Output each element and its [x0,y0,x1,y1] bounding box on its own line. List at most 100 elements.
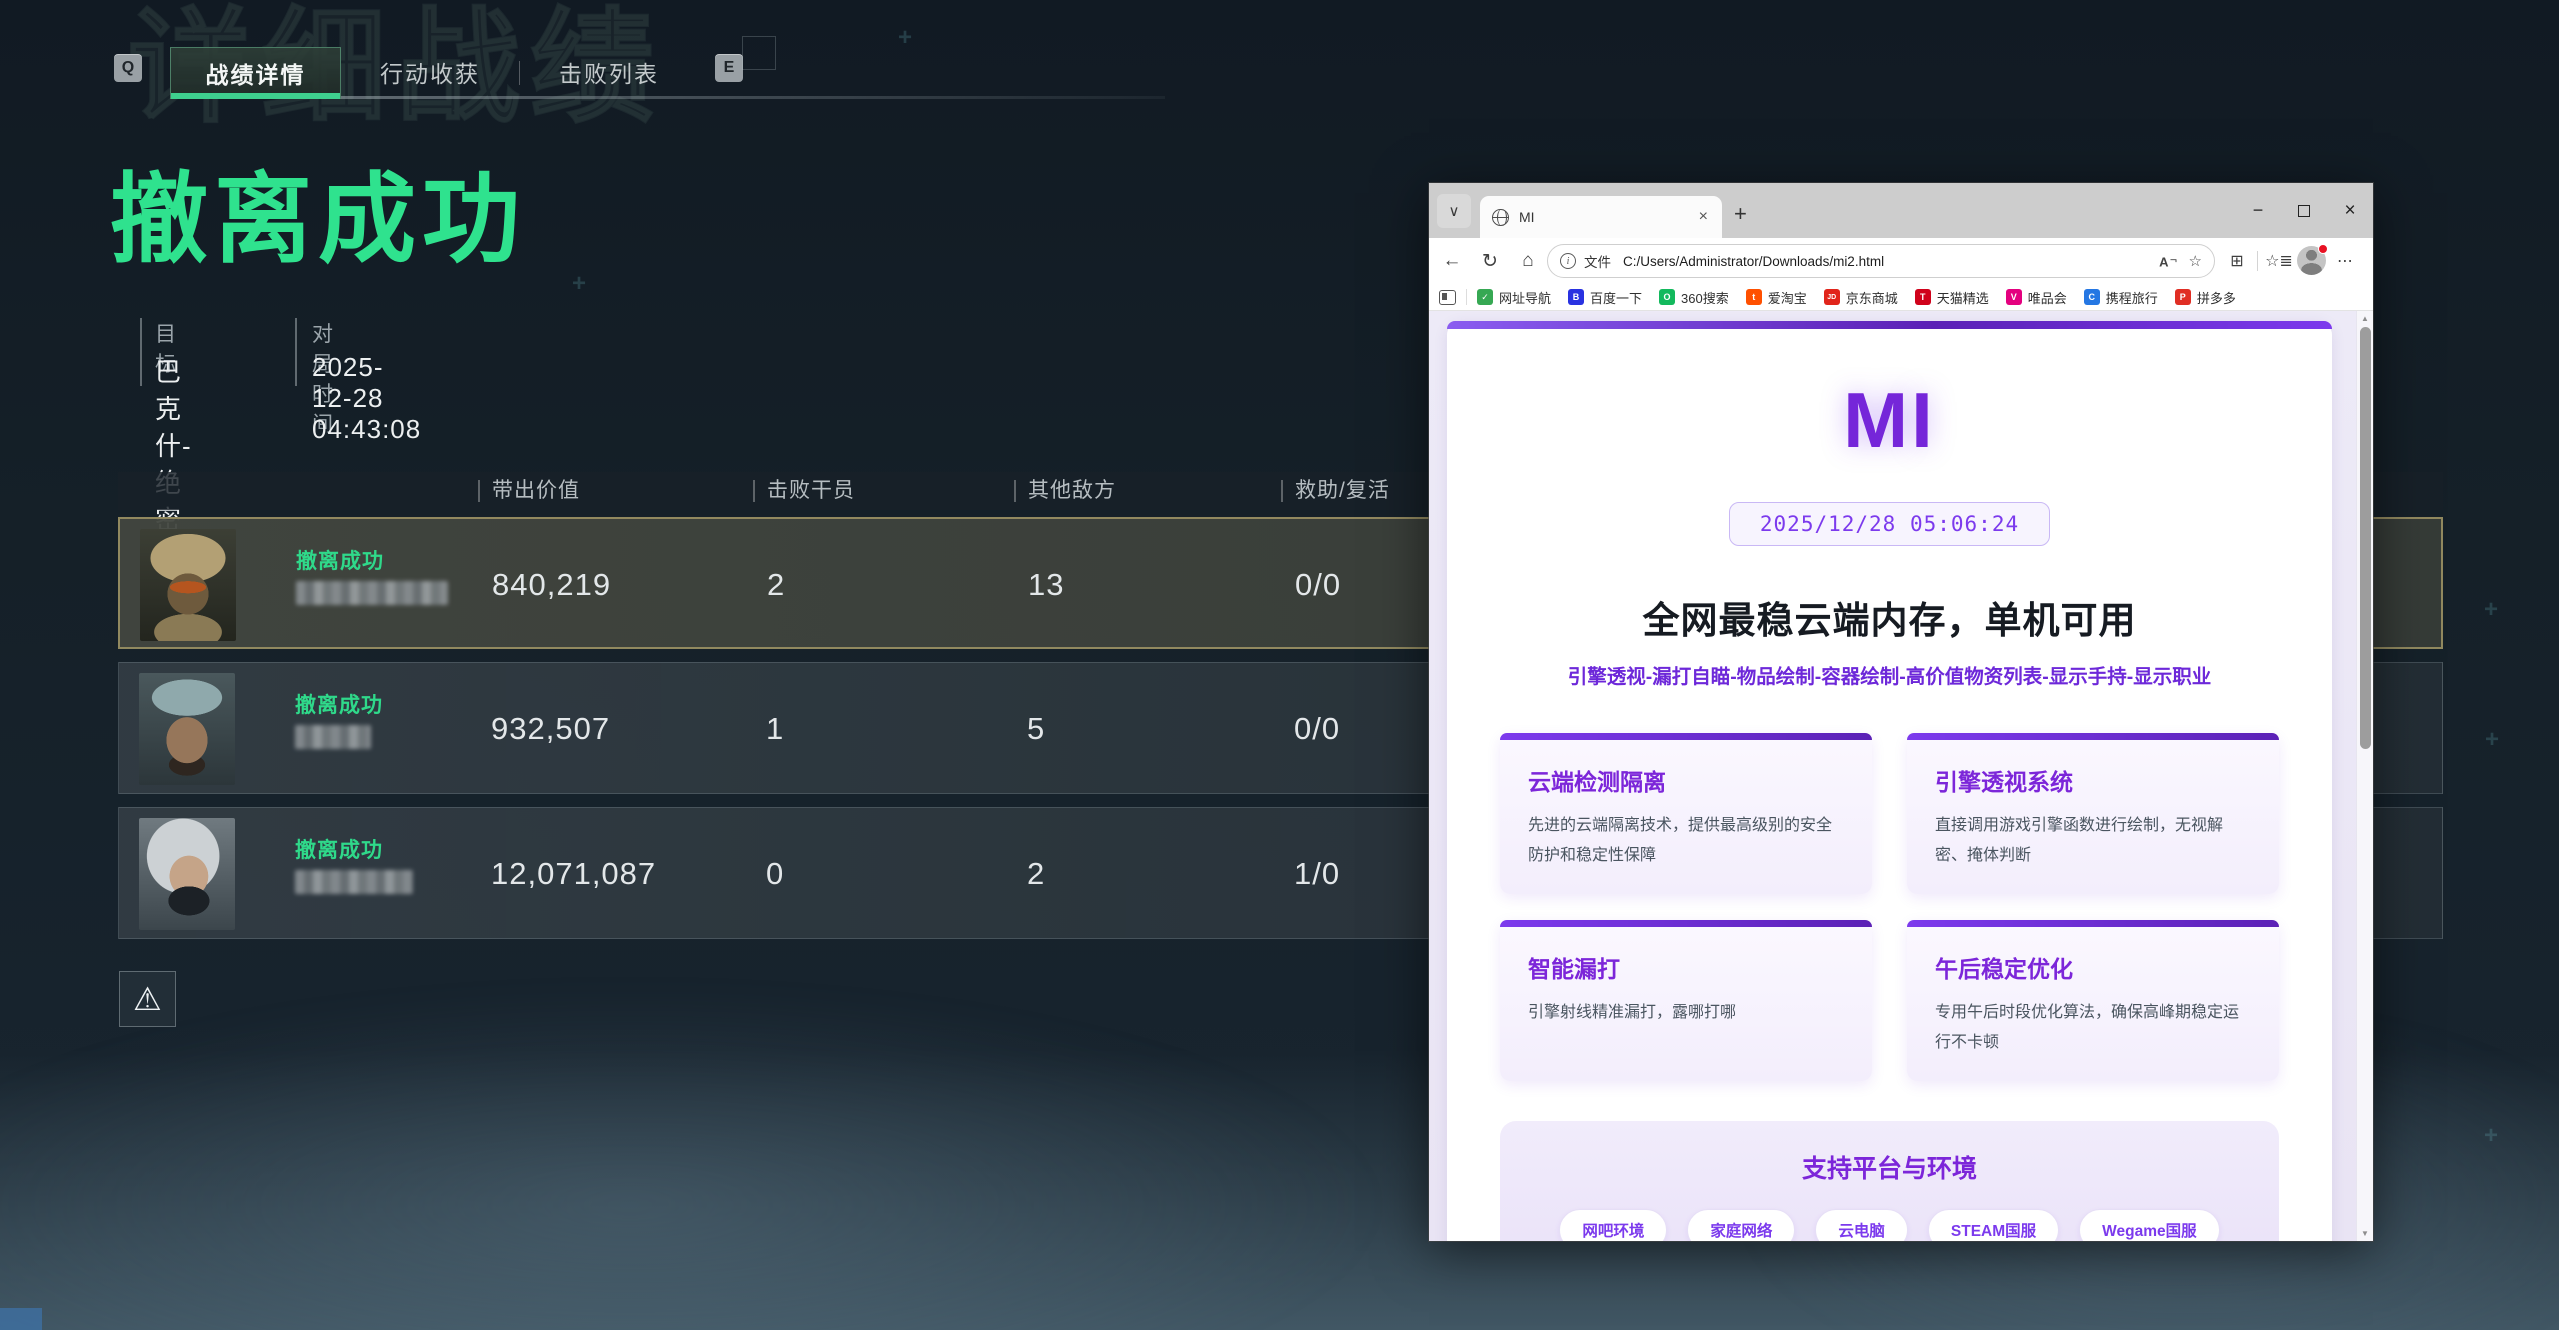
scroll-down-arrow-icon[interactable]: ▼ [2357,1229,2373,1238]
result-title: 撤离成功 [110,140,526,282]
bookmark-favicon: JD [1824,289,1840,305]
bookmark-item[interactable]: JD 京东商城 [1824,288,1898,307]
close-icon: × [2344,200,2355,222]
page-headline: 全网最稳云端内存，单机可用 [1447,590,2332,644]
maximize-icon [2298,205,2310,217]
hotkey-q-badge: Q [114,54,142,82]
favorites-list-icon: ☆≣ [2265,251,2293,271]
browser-toolbar: ← ↻ ⌂ i 文件 C:/Users/Administrator/Downlo… [1429,238,2373,284]
cell-kills: 0 [766,856,784,892]
bookmark-label: 拼多多 [2197,288,2236,307]
address-bar[interactable]: i 文件 C:/Users/Administrator/Downloads/mi… [1547,244,2215,278]
cell-rescue: 1/0 [1294,856,1340,892]
avatar [139,818,235,930]
column-header-other-enemies: 其他敌方 [1014,480,1116,502]
platforms-section: 支持平台与环境 网吧环境 家庭网络 云电脑 STEAM国服 Wegame国服 [1500,1121,2279,1241]
bookmark-favicon: P [2175,289,2191,305]
bookmark-favicon: V [2006,289,2022,305]
crosshair-decoration: + [572,270,586,298]
extensions-button[interactable]: ⊞ [2223,247,2251,275]
page-scrollbar[interactable]: ▲ ▼ [2356,311,2373,1241]
cell-rescue: 0/0 [1295,567,1341,603]
window-minimize-button[interactable]: − [2235,183,2281,238]
cell-kills: 2 [767,567,785,603]
bookmark-favicon: B [1568,289,1584,305]
feature-card: 引擎透视系统 直接调用游戏引擎函数进行绘制，无视解密、掩体判断 [1907,733,2279,894]
timestamp-badge: 2025/12/28 05:06:24 [1729,502,2050,546]
feature-card-title: 云端检测隔离 [1528,763,1844,797]
warning-button[interactable]: ⚠ [119,971,176,1027]
feature-card: 智能漏打 引擎射线精准漏打，露哪打哪 [1500,920,1872,1081]
crosshair-decoration: + [2484,1122,2498,1150]
tab-title: MI [1519,209,1697,225]
window-close-button[interactable]: × [2327,183,2373,238]
address-url: C:/Users/Administrator/Downloads/mi2.htm… [1623,254,2147,269]
crosshair-decoration: + [2485,726,2499,754]
home-button[interactable]: ⌂ [1513,247,1543,275]
bookmark-item[interactable]: O 360搜索 [1659,288,1729,307]
bookmark-label: 百度一下 [1590,288,1642,307]
bookmarks-separator [1466,289,1467,305]
sidebar-panel-icon[interactable] [1439,290,1456,305]
bookmark-favicon: ✓ [1477,289,1493,305]
back-button[interactable]: ← [1437,247,1467,275]
browser-tab[interactable]: MI × [1480,196,1722,238]
bookmark-item[interactable]: V 唯品会 [2006,288,2067,307]
scrollbar-thumb[interactable] [2360,327,2371,749]
feature-card: 午后稳定优化 专用午后时段优化算法，确保高峰期稳定运行不卡顿 [1907,920,2279,1081]
tab-action-loot[interactable]: 行动收获 [341,47,519,97]
bookmark-label: 爱淘宝 [1768,288,1807,307]
back-arrow-icon: ← [1443,250,1462,272]
toolbar-separator [2257,251,2258,271]
new-tab-button[interactable]: + [1734,201,1747,227]
bookmark-label: 唯品会 [2028,288,2067,307]
platforms-title: 支持平台与环境 [1520,1149,2259,1185]
column-header-rescue: 救助/复活 [1281,480,1390,502]
avatar [139,673,235,785]
feature-card-desc: 专用午后时段优化算法，确保高峰期稳定运行不卡顿 [1935,998,2251,1057]
platform-pill: 家庭网络 [1687,1209,1795,1241]
bookmark-favicon: O [1659,289,1675,305]
bookmark-item[interactable]: T 天猫精选 [1915,288,1989,307]
favorites-bar-button[interactable]: ☆≣ [2265,247,2293,275]
settings-menu-button[interactable]: ⋯ [2331,247,2359,275]
cell-rescue: 0/0 [1294,711,1340,747]
platform-pill: 网吧环境 [1559,1209,1667,1241]
bookmark-item[interactable]: ✓ 网址导航 [1477,288,1551,307]
refresh-icon: ↻ [1482,250,1498,273]
refresh-button[interactable]: ↻ [1475,247,1505,275]
scroll-up-arrow-icon[interactable]: ▲ [2357,314,2373,323]
tab-close-icon[interactable]: × [1697,208,1710,226]
hotkey-e-badge: E [715,54,743,82]
platform-pill: STEAM国服 [1928,1209,2059,1241]
platform-pill: 云电脑 [1815,1209,1908,1241]
avatar [140,529,236,641]
bookmark-item[interactable]: P 拼多多 [2175,288,2236,307]
favorite-star-icon[interactable]: ☆ [2189,252,2202,270]
bookmark-item[interactable]: C 携程旅行 [2084,288,2158,307]
page-info-icon[interactable]: i [1560,253,1576,269]
profile-avatar[interactable] [2297,246,2326,275]
bookmark-item[interactable]: t 爱淘宝 [1746,288,1807,307]
corner-artifact [0,1308,42,1330]
window-maximize-button[interactable] [2281,183,2327,238]
platform-pill: Wegame国服 [2079,1209,2219,1241]
tab-battle-details[interactable]: 战绩详情 [170,47,341,99]
read-aloud-icon[interactable]: A﹁ [2159,253,2176,269]
notification-dot [2318,244,2328,254]
row-status: 撤离成功 [296,545,384,575]
tab-kill-list[interactable]: 击败列表 [520,47,698,97]
player-name-blurred [295,725,371,749]
site-logo: MI [1843,375,1936,466]
tab-actions-menu-button[interactable]: ∨ [1437,194,1471,228]
column-header-kills: 击败干员 [753,480,855,502]
bookmark-item[interactable]: B 百度一下 [1568,288,1642,307]
address-protocol-label: 文件 [1584,251,1611,271]
home-icon: ⌂ [1522,250,1533,272]
cell-value: 932,507 [491,711,610,747]
info-separator [295,318,297,386]
info-separator [140,318,142,386]
chevron-down-icon: ∨ [1449,202,1460,220]
feature-card-title: 智能漏打 [1528,950,1844,984]
bookmark-label: 天猫精选 [1937,288,1989,307]
